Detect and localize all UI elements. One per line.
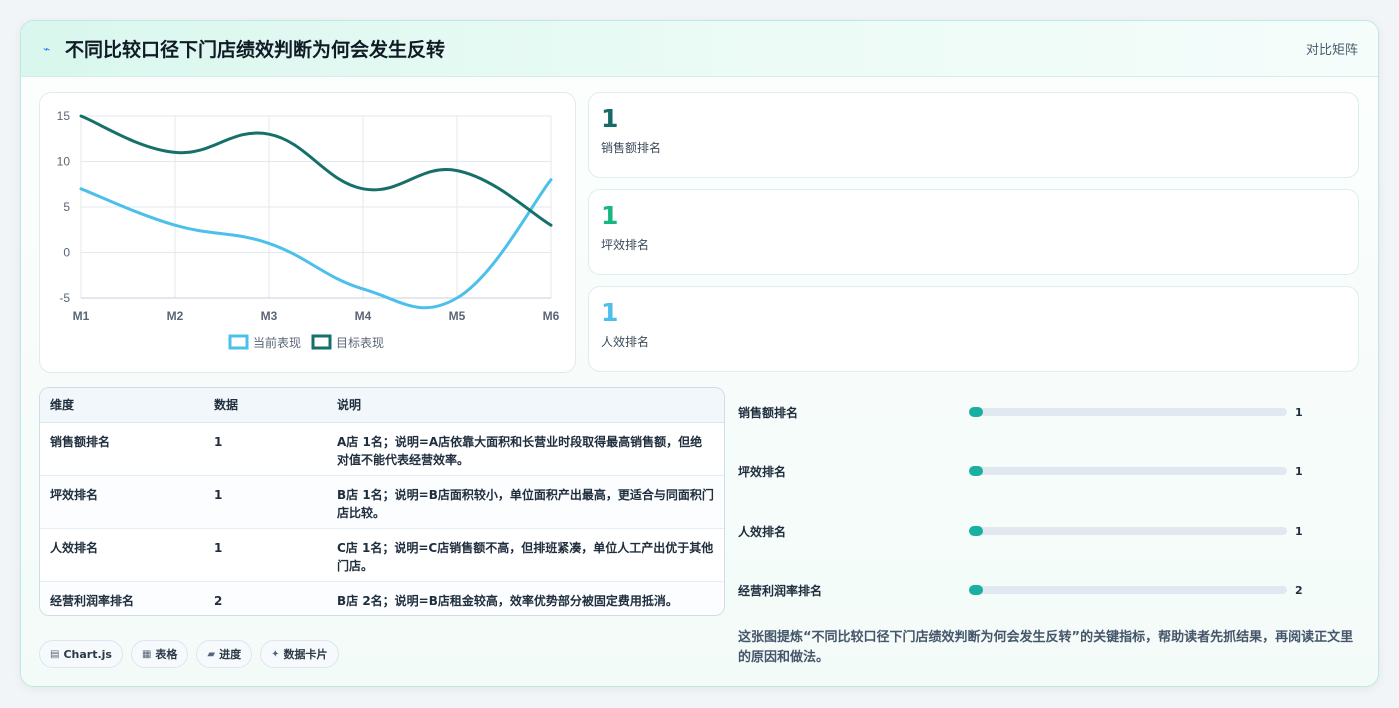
chip-chartjs[interactable]: ▤ Chart.js	[39, 640, 123, 668]
table-row: 经营利润率排名 2 B店 2名；说明=B店租金较高，效率优势部分被固定费用抵消。	[40, 581, 724, 615]
table-cell: B店 1名；说明=B店面积较小，单位面积产出最高，更适合与同面积门店比较。	[327, 475, 724, 529]
legend-label: 当前表现	[253, 335, 301, 350]
stat-card-sales: 1 销售额排名	[588, 92, 1359, 178]
progress-value: 1	[1295, 524, 1303, 538]
y-tick-label: 0	[63, 246, 70, 260]
table-row: 坪效排名 1 B店 1名；说明=B店面积较小，单位面积产出最高，更适合与同面积门…	[40, 475, 724, 529]
progress-track	[969, 466, 1287, 476]
progress-label: 坪效排名	[738, 464, 787, 479]
chip-progress[interactable]: ▰ 进度	[196, 640, 253, 668]
table-cell: 经营利润率排名	[50, 593, 135, 608]
title-wrap: ⌁ 不同比较口径下门店绩效判断为何会发生反转	[43, 35, 445, 62]
metrics-table-panel: 维度 数据 说明 销售额排名 1 A店 1名；说明=A店依靠大面积和长营业时段取…	[39, 387, 725, 616]
table-cell: A店 1名；说明=A店依靠大面积和长营业时段取得最高销售额，但绝对值不能代表经营…	[327, 422, 724, 476]
legend-swatch	[228, 334, 249, 350]
stat-label: 人效排名	[601, 335, 650, 349]
table-cell: 1	[204, 422, 327, 476]
progress-label: 销售额排名	[738, 405, 799, 420]
column-header: 说明	[327, 388, 724, 423]
bolt-icon: ⌁	[43, 41, 51, 56]
card-header: ⌁ 不同比较口径下门店绩效判断为何会发生反转 对比矩阵	[21, 21, 1378, 77]
chip-label: 进度	[219, 648, 242, 661]
progress-value: 1	[1295, 464, 1303, 478]
tech-chips: ▤ Chart.js ▦ 表格 ▰ 进度 ✦ 数据卡片	[39, 640, 339, 668]
progress-row: 人效排名 1	[738, 521, 1358, 541]
x-tick-label: M6	[543, 309, 560, 323]
legend-swatch	[311, 334, 332, 350]
metrics-table: 维度 数据 说明 销售额排名 1 A店 1名；说明=A店依靠大面积和长营业时段取…	[40, 388, 724, 615]
stat-value: 1	[601, 201, 619, 230]
chip-label: 数据卡片	[283, 648, 328, 661]
table-row: 人效排名 1 C店 1名；说明=C店销售额不高，但排班紧凑，单位人工产出优于其他…	[40, 528, 724, 582]
progress-fill	[969, 526, 983, 536]
progress-icon: ▰	[207, 648, 216, 660]
line-chart-panel: -5 0 5 10 15 M1 M2 M3 M4 M5 M6 当前表现 目标表现	[39, 92, 576, 373]
stat-label: 坪效排名	[601, 238, 650, 252]
table-cell: 销售额排名	[40, 422, 204, 476]
stat-value: 1	[601, 298, 619, 327]
chip-table[interactable]: ▦ 表格	[130, 640, 189, 668]
summary-text: 这张图提炼“不同比较口径下门店绩效判断为何会发生反转”的关键指标，帮助读者先抓结…	[738, 630, 1354, 665]
progress-label: 人效排名	[738, 524, 787, 539]
stat-card-area: 1 坪效排名	[588, 189, 1359, 275]
progress-track	[969, 407, 1287, 417]
table-cell: C店 1名；说明=C店销售额不高，但排班紧凑，单位人工产出优于其他门店。	[327, 528, 724, 582]
table-icon: ▦	[141, 648, 152, 660]
y-tick-label: -5	[59, 291, 70, 305]
x-tick-label: M1	[73, 309, 90, 323]
progress-value: 2	[1295, 583, 1303, 597]
progress-track	[969, 585, 1287, 595]
stat-label: 销售额排名	[601, 141, 662, 155]
table-header-row: 维度 数据 说明	[40, 388, 724, 423]
progress-track	[969, 526, 1287, 536]
x-tick-label: M3	[261, 309, 278, 323]
progress-fill	[969, 407, 983, 417]
table-row: 销售额排名 1 A店 1名；说明=A店依靠大面积和长营业时段取得最高销售额，但绝…	[40, 422, 724, 476]
series-line-1	[79, 178, 553, 310]
progress-row: 销售额排名 1	[738, 402, 1358, 422]
progress-row: 经营利润率排名 2	[738, 580, 1358, 600]
y-tick-label: 5	[63, 200, 70, 214]
y-tick-label: 10	[57, 155, 71, 169]
stat-card-labor: 1 人效排名	[588, 286, 1359, 372]
x-tick-label: M4	[355, 309, 372, 323]
progress-value: 1	[1295, 405, 1303, 419]
chart-icon: ▤	[50, 648, 60, 660]
sparkle-icon: ✦	[271, 648, 280, 660]
table-cell: 1	[204, 475, 327, 529]
x-tick-label: M5	[449, 309, 466, 323]
page-title: 不同比较口径下门店绩效判断为何会发生反转	[65, 39, 446, 61]
progress-fill	[969, 466, 983, 476]
series-line-2	[79, 114, 553, 227]
progress-label: 经营利润率排名	[738, 583, 823, 598]
compare-matrix-link[interactable]: 对比矩阵	[1306, 39, 1358, 58]
table-cell: 人效排名	[40, 528, 204, 582]
progress-row: 坪效排名 1	[738, 461, 1358, 481]
x-tick-label: M2	[167, 309, 184, 323]
table-cell: 坪效排名	[40, 475, 204, 529]
table-cell: 2	[214, 593, 223, 608]
legend-label: 目标表现	[336, 336, 384, 350]
y-tick-label: 15	[57, 109, 71, 123]
progress-fill	[969, 585, 984, 595]
line-chart: -5 0 5 10 15 M1 M2 M3 M4 M5 M6 当前表现 目标表现	[57, 109, 560, 350]
chip-label: Chart.js	[63, 647, 112, 661]
chip-label: 表格	[155, 648, 178, 661]
table-cell: 1	[204, 528, 327, 582]
stat-value: 1	[601, 104, 619, 133]
table-cell: B店 2名；说明=B店租金较高，效率优势部分被固定费用抵消。	[337, 593, 678, 608]
chip-data-card[interactable]: ✦ 数据卡片	[260, 640, 339, 668]
column-header: 数据	[204, 388, 327, 423]
column-header: 维度	[40, 388, 204, 423]
